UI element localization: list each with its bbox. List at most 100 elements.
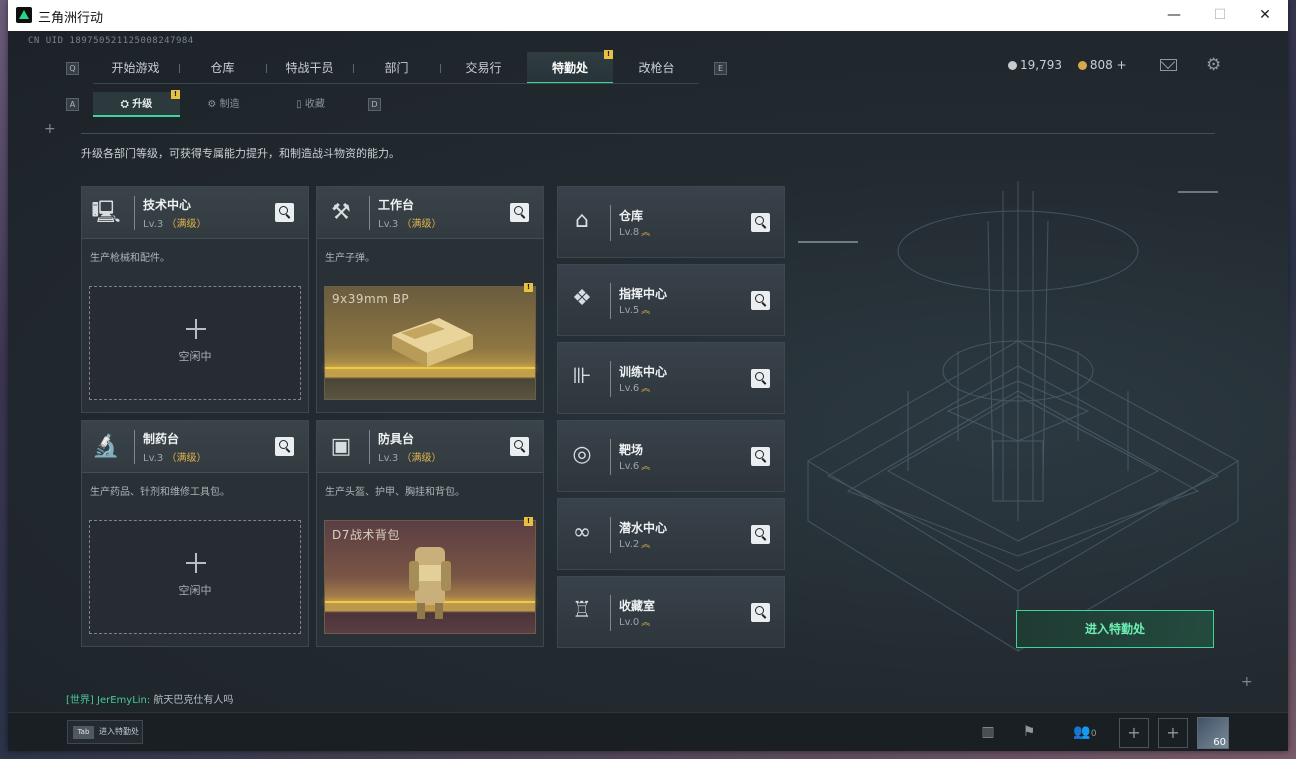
card-level: Lv.2 ︽ [619, 539, 651, 550]
game-viewport: CN UID 1897505211250082479​84 Q 开始游戏 仓库 … [8, 31, 1288, 751]
tab-key-label: Tab [73, 726, 94, 739]
add-squad-slot-button[interactable]: + [1158, 718, 1188, 748]
bond-icon [1077, 61, 1087, 70]
notification-badge: ! [604, 50, 613, 59]
tab-department[interactable]: 部门 [354, 52, 439, 84]
facility-card-warehouse[interactable]: ⌂ 仓库 Lv.8 ︽ [557, 186, 785, 258]
workstation-card-pharmacy[interactable]: 🔬 制药台 Lv.3 （满级） 生产药品、针剂和维修工具包。 空闲中 [81, 420, 309, 647]
tab-operators[interactable]: 特战干员 [267, 52, 352, 84]
chat-channel: [世界] [66, 695, 94, 706]
card-header: ▣ 防具台 Lv.3 （满级） [317, 421, 543, 473]
search-icon[interactable] [275, 203, 294, 222]
notification-badge: ! [524, 517, 533, 526]
subnav-right-key-hint: D [368, 98, 381, 111]
subnav-left-key-hint: A [66, 98, 79, 111]
tab-gunsmith[interactable]: 改枪台 [614, 52, 699, 84]
bond-balance[interactable]: 808 + [1090, 58, 1127, 72]
chat-message[interactable]: [世界] JerEmyLin: 航天巴克仕有人吗 [66, 691, 233, 706]
nav-left-key-hint: Q [66, 62, 79, 75]
search-icon[interactable] [510, 437, 529, 456]
card-description: 生产头盔、护甲、胸挂和背包。 [325, 487, 465, 498]
frame-corner-decoration: + [1241, 674, 1253, 690]
facility-blueprint-illustration [798, 181, 1240, 652]
player-uid: CN UID 1897505211250082479​84 [28, 36, 194, 46]
divider [369, 430, 370, 464]
coin-balance: 19,793 [1020, 58, 1062, 72]
search-icon[interactable] [751, 525, 770, 544]
facility-card-command-center[interactable]: ❖ 指挥中心 Lv.5 ︽ [557, 264, 785, 336]
card-title: 训练中心 [619, 365, 668, 379]
idle-label: 空闲中 [178, 584, 212, 597]
mail-icon[interactable] [1160, 59, 1177, 71]
facility-card-collection-room[interactable]: ♖ 收藏室 Lv.0 ︽ [557, 576, 785, 648]
tab-hint-button[interactable]: Tab 进入特勤处 [67, 720, 143, 744]
card-description: 生产药品、针剂和维修工具包。 [90, 487, 230, 498]
divider [610, 595, 611, 631]
idle-slot[interactable]: 空闲中 [89, 286, 301, 400]
search-icon[interactable] [510, 203, 529, 222]
divider [610, 283, 611, 319]
search-icon[interactable] [751, 291, 770, 310]
subtab-collection[interactable]: ▯ 收藏 [267, 92, 354, 117]
add-squad-slot-button[interactable]: + [1119, 718, 1149, 748]
close-button[interactable]: ✕ [1242, 0, 1288, 31]
divider [134, 196, 135, 230]
tab-start-game[interactable]: 开始游戏 [93, 52, 178, 84]
search-icon[interactable] [275, 437, 294, 456]
friends-button[interactable]: 👥0 [1068, 721, 1102, 743]
currency-display: 19,793 808 + [1008, 58, 1127, 76]
divider [610, 517, 611, 553]
flag-icon[interactable]: ⚑ [1018, 721, 1040, 743]
trophy-icon: ♖ [572, 598, 592, 623]
ammo-box-icon [392, 318, 473, 367]
production-slot[interactable]: 9x39mm BP ! [324, 283, 536, 400]
workstation-card-armor-bench[interactable]: ▣ 防具台 Lv.3 （满级） 生产头盔、护甲、胸挂和背包。 D7战术背包 ! [316, 420, 544, 647]
card-title: 仓库 [619, 209, 644, 223]
goggles-icon: ∞ [572, 520, 592, 545]
upgrade-icon: ⛭ [120, 99, 133, 110]
tab-market[interactable]: 交易行 [441, 52, 526, 84]
search-icon[interactable] [751, 447, 770, 466]
bottom-bar: Tab 进入特勤处 ▥ ⚑ 👥0 + + 60 [8, 712, 1288, 751]
tab-warehouse[interactable]: 仓库 [180, 52, 265, 84]
cubes-icon: ▣ [330, 434, 352, 459]
player-level: 60 [1213, 737, 1226, 748]
workstation-card-workbench[interactable]: ⚒ 工作台 Lv.3 （满级） 生产子弹。 9x39mm BP ! [316, 186, 544, 413]
nav-right-key-hint: E [714, 62, 727, 75]
facility-card-diving-center[interactable]: ∞ 潜水中心 Lv.2 ︽ [557, 498, 785, 570]
notification-badge: ! [524, 283, 533, 292]
subtab-upgrade[interactable]: ⛭ 升级 [93, 92, 180, 117]
chat-text: 航天巴克仕有人吗 [153, 695, 234, 706]
card-title: 工作台 [378, 198, 415, 212]
section-divider [81, 133, 1215, 134]
stats-icon[interactable]: ▥ [977, 721, 999, 743]
maximize-button[interactable]: ☐ [1197, 0, 1243, 31]
search-icon[interactable] [751, 369, 770, 388]
search-icon[interactable] [751, 213, 770, 232]
idle-slot[interactable]: 空闲中 [89, 520, 301, 634]
tab-special-ops[interactable]: 特勤处 [527, 52, 613, 84]
friends-icon: 👥 [1073, 724, 1091, 740]
avatar[interactable]: 60 [1197, 717, 1229, 749]
search-icon[interactable] [751, 603, 770, 622]
subtab-craft[interactable]: ⚙ 制造 [180, 92, 267, 117]
production-slot[interactable]: D7战术背包 ! [324, 517, 536, 634]
card-level: Lv.3 （满级） [378, 453, 442, 464]
plus-icon [186, 553, 206, 573]
card-level: Lv.8 ︽ [619, 227, 651, 238]
gear-icon[interactable]: ⚙ [1206, 57, 1222, 74]
facility-card-training-center[interactable]: ⊪ 训练中心 Lv.6 ︽ [557, 342, 785, 414]
card-level: Lv.3 （满级） [143, 219, 207, 230]
facility-card-shooting-range[interactable]: ◎ 靶场 Lv.6 ︽ [557, 420, 785, 492]
divider [610, 439, 611, 475]
minimize-button[interactable]: — [1151, 0, 1197, 31]
top-navigation: 开始游戏 仓库 特战干员 部门 交易行 特勤处 ! 改枪台 [93, 50, 699, 84]
craft-icon: ⚙ [207, 99, 220, 110]
app-logo-icon [16, 7, 32, 23]
friends-count: 0 [1090, 729, 1097, 739]
enter-special-ops-button[interactable]: 进入特勤处 [1016, 610, 1214, 648]
card-title: 指挥中心 [619, 287, 668, 301]
idle-label: 空闲中 [178, 350, 212, 363]
workstation-card-tech-center[interactable]: 🖳 技术中心 Lv.3 （满级） 生产枪械和配件。 空闲中 [81, 186, 309, 413]
card-header: 🖳 技术中心 Lv.3 （满级） [82, 187, 308, 239]
